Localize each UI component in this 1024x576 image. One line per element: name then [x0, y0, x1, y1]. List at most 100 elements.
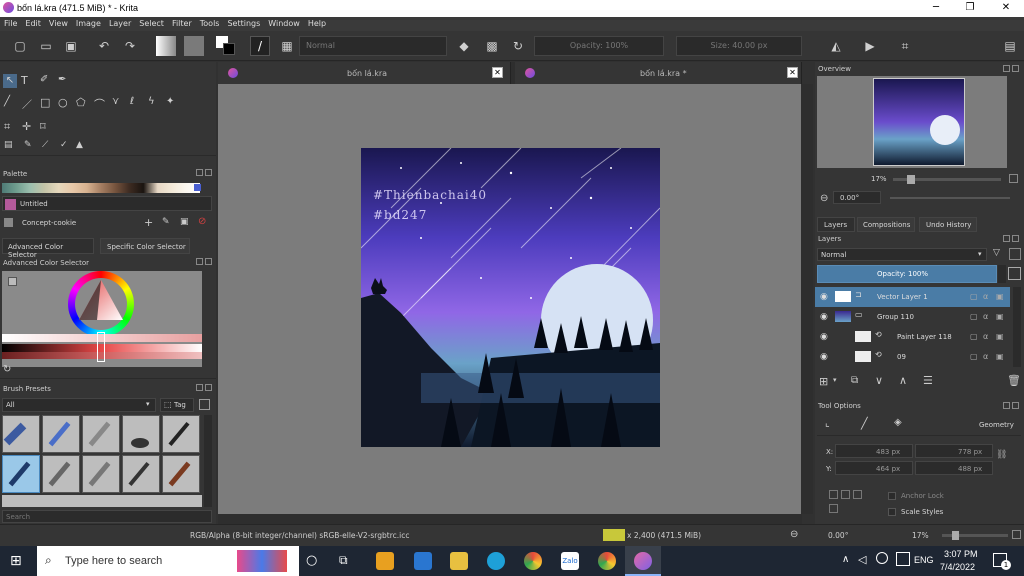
- alpha-icon[interactable]: α: [983, 292, 988, 301]
- overview-rotation-slider[interactable]: [890, 197, 1010, 199]
- status-image-size[interactable]: x 2,400 (471.5 MiB): [627, 531, 701, 540]
- status-rotate-icon[interactable]: ⊖: [790, 529, 798, 540]
- menu-layer[interactable]: Layer: [105, 17, 135, 31]
- status-zoom-slider[interactable]: [942, 531, 1008, 540]
- eye-icon[interactable]: ◉: [820, 332, 828, 342]
- layer-row-vector-layer-1[interactable]: ◉ ⊐ Vector Layer 1 ▢ α ▣: [815, 287, 1010, 307]
- gradient-selector[interactable]: [156, 36, 176, 56]
- anchor-left[interactable]: [829, 504, 838, 513]
- close-button[interactable]: ✕: [989, 0, 1023, 17]
- brush-preset-pencil[interactable]: [42, 415, 80, 453]
- brush-preset-airbrush[interactable]: [42, 455, 80, 493]
- blend-mode-select[interactable]: Normal: [299, 36, 447, 56]
- add-layer-icon[interactable]: ⊞: [819, 375, 828, 388]
- palette-name-field[interactable]: Untitled: [2, 196, 212, 211]
- layer-row-group-110[interactable]: ◉ ▭ Group 110 ▢ α ▣: [815, 307, 1010, 327]
- size-slider[interactable]: Size: 40.00 px: [676, 36, 802, 56]
- overview-float-icon[interactable]: [1003, 65, 1010, 72]
- palette-save-icon[interactable]: ▣: [180, 217, 189, 227]
- overview-close-icon[interactable]: [1012, 65, 1019, 72]
- multibrush-icon[interactable]: ✦: [166, 96, 174, 107]
- windows-start-icon[interactable]: ⊞: [10, 554, 22, 568]
- clock-date[interactable]: 7/4/2022: [940, 562, 975, 572]
- color-history-icon[interactable]: ↻: [3, 364, 11, 375]
- wrap-around-icon[interactable]: ⌗: [897, 38, 913, 54]
- brush-close-icon[interactable]: [205, 384, 212, 391]
- rectangle-tool-icon[interactable]: □: [40, 96, 50, 109]
- new-document-icon[interactable]: ▢: [12, 38, 28, 54]
- smart-patch-icon[interactable]: ✓: [60, 140, 68, 150]
- alpha-icon[interactable]: α: [983, 312, 988, 321]
- add-layer-dropdown-icon[interactable]: ▾: [833, 376, 837, 384]
- brush-preset-brush[interactable]: [162, 455, 200, 493]
- pattern-selector[interactable]: [184, 36, 204, 56]
- layers-close-icon[interactable]: [1012, 235, 1019, 242]
- overview-panel[interactable]: [817, 76, 1007, 168]
- fill-tool-icon[interactable]: ▲: [76, 140, 83, 150]
- lock-icon[interactable]: ▢: [970, 292, 978, 301]
- chevron-up-icon[interactable]: ∧: [842, 554, 849, 565]
- eraser-icon[interactable]: ◆: [456, 38, 472, 54]
- anchor-grid[interactable]: [829, 490, 871, 524]
- layer-properties-icon[interactable]: ☰: [923, 374, 933, 387]
- calligraphy-icon[interactable]: ✒: [58, 74, 66, 85]
- redo-icon[interactable]: ↷: [122, 38, 138, 54]
- move-layer-up-icon[interactable]: ∧: [899, 374, 907, 387]
- brush-preset-selected[interactable]: [2, 455, 40, 493]
- close-tab-icon[interactable]: ✕: [492, 67, 503, 78]
- lock-icon[interactable]: ▢: [970, 332, 978, 341]
- move-tool-icon[interactable]: ✛: [22, 120, 31, 133]
- alpha-lock-icon[interactable]: ▩: [484, 38, 500, 54]
- palette-selected-swatch[interactable]: [194, 184, 201, 191]
- brush-preset-scrollbar[interactable]: [204, 415, 212, 507]
- overview-expand-icon[interactable]: [1009, 174, 1018, 183]
- tab-undo-history[interactable]: Undo History: [919, 217, 977, 232]
- brush-preset-icon[interactable]: /: [250, 36, 270, 56]
- text-tool-icon[interactable]: T: [21, 74, 28, 87]
- freehand-path-icon[interactable]: ℓ: [130, 96, 134, 107]
- brush-view-mode-icon[interactable]: [199, 399, 210, 410]
- measure-tool-icon[interactable]: ⟋: [42, 140, 48, 150]
- language-indicator[interactable]: ENG: [914, 555, 934, 565]
- ellipse-tool-icon[interactable]: ○: [58, 96, 68, 109]
- brush-float-icon[interactable]: [196, 384, 203, 391]
- file-explorer-icon[interactable]: [450, 552, 468, 570]
- acs-close-icon[interactable]: [205, 258, 212, 265]
- microsoft-store-icon[interactable]: [376, 552, 394, 570]
- inherit-alpha-icon[interactable]: ▣: [996, 292, 1004, 301]
- menu-window[interactable]: Window: [264, 17, 304, 31]
- saturation-triangle[interactable]: [77, 278, 125, 324]
- tab-advanced-color-selector[interactable]: Advanced Color Selector: [2, 238, 94, 259]
- toolbox-splitter[interactable]: [0, 155, 216, 161]
- brush-preset-fineliner[interactable]: [122, 455, 160, 493]
- chrome-icon[interactable]: [524, 552, 542, 570]
- undo-icon[interactable]: ↶: [96, 38, 112, 54]
- line-tool-icon[interactable]: ／: [22, 96, 32, 111]
- lock-icon[interactable]: ▢: [970, 312, 978, 321]
- color-slider-handle[interactable]: [97, 332, 105, 362]
- anchor-top-left[interactable]: [829, 490, 838, 499]
- vertical-scrollbar[interactable]: [801, 84, 813, 514]
- alpha-icon[interactable]: α: [983, 352, 988, 361]
- acs-float-icon[interactable]: [196, 258, 203, 265]
- tab-layers[interactable]: Layers: [817, 217, 855, 232]
- inherit-alpha-icon[interactable]: ▣: [996, 312, 1004, 321]
- cortana-icon[interactable]: ○: [306, 553, 317, 568]
- brush-search-input[interactable]: Search: [2, 510, 212, 523]
- menu-settings[interactable]: Settings: [223, 17, 264, 31]
- filter-icon[interactable]: ▽: [993, 248, 1000, 258]
- reload-preset-icon[interactable]: ↻: [510, 38, 526, 54]
- brush-editor-icon[interactable]: ▦: [279, 38, 295, 54]
- tab-document-2[interactable]: bốn lá.kra * ✕: [515, 62, 802, 84]
- brush-preset-marker[interactable]: [82, 415, 120, 453]
- dynamic-brush-icon[interactable]: ϟ: [148, 96, 155, 107]
- task-view-icon[interactable]: ⧉: [339, 553, 348, 568]
- menu-select[interactable]: Select: [135, 17, 168, 31]
- volume-icon[interactable]: ◁: [858, 553, 866, 566]
- artwork-canvas[interactable]: #Thienbachai40 #bd247: [361, 148, 660, 447]
- taskbar-search-box[interactable]: ⌕ Type here to search: [37, 546, 299, 576]
- stroke-tab-icon[interactable]: ╱: [861, 417, 868, 430]
- delete-layer-icon[interactable]: 🗑: [1007, 374, 1021, 387]
- x-position-input[interactable]: 483 px: [835, 444, 913, 458]
- tab-specific-color-selector[interactable]: Specific Color Selector: [100, 238, 190, 254]
